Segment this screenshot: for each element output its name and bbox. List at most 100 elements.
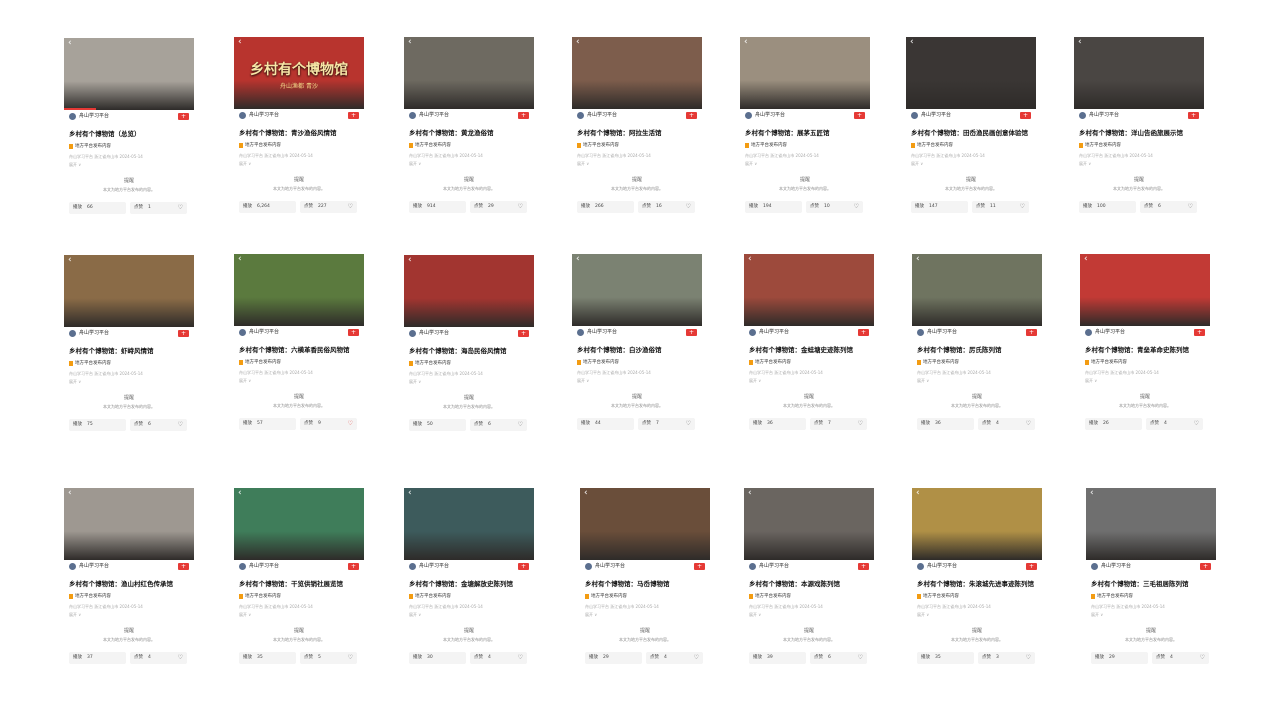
like-thumb-icon[interactable]: ♡ xyxy=(178,202,183,214)
video-card[interactable]: ‹ 舟山学习平台 + 乡村有个博物馆：洋山告函旅展示馆 地方平台发布内容 舟山学… xyxy=(1074,37,1204,217)
like-count[interactable]: 点赞 7 ♡ xyxy=(638,418,695,430)
video-thumbnail[interactable]: ‹ xyxy=(740,37,870,109)
expand-link[interactable]: 展开 ∨ xyxy=(917,378,929,384)
expand-link[interactable]: 展开 ∨ xyxy=(409,161,421,167)
video-card[interactable]: ‹ 乡村有个博物馆 舟山渔都 青沙 舟山学习平台 + 乡村有个博物馆：青沙渔俗风… xyxy=(234,37,364,217)
like-thumb-icon[interactable]: ♡ xyxy=(1026,418,1031,430)
video-thumbnail[interactable]: ‹ xyxy=(404,488,534,560)
video-thumbnail[interactable]: ‹ xyxy=(912,488,1042,560)
back-arrow-icon[interactable]: ‹ xyxy=(408,256,412,265)
follow-button[interactable]: + xyxy=(858,563,869,570)
video-title[interactable]: 乡村有个博物馆：洋山告函旅展示馆 xyxy=(1079,129,1204,138)
video-thumbnail[interactable]: ‹ xyxy=(572,37,702,109)
like-count[interactable]: 点赞 7 ♡ xyxy=(810,418,867,430)
expand-link[interactable]: 展开 ∨ xyxy=(911,161,923,167)
back-arrow-icon[interactable]: ‹ xyxy=(238,489,242,498)
like-thumb-icon[interactable]: ♡ xyxy=(694,652,699,664)
back-arrow-icon[interactable]: ‹ xyxy=(68,256,72,265)
expand-link[interactable]: 展开 ∨ xyxy=(1091,612,1103,618)
back-arrow-icon[interactable]: ‹ xyxy=(408,38,412,47)
expand-link[interactable]: 展开 ∨ xyxy=(1079,161,1091,167)
follow-button[interactable]: + xyxy=(178,563,189,570)
like-count[interactable]: 点赞 1 ♡ xyxy=(130,202,187,214)
expand-link[interactable]: 展开 ∨ xyxy=(749,612,761,618)
follow-button[interactable]: + xyxy=(348,329,359,336)
follow-button[interactable]: + xyxy=(686,112,697,119)
video-title[interactable]: 乡村有个博物馆：海岛民俗风情馆 xyxy=(409,347,534,356)
video-thumbnail[interactable]: ‹ xyxy=(64,38,194,110)
back-arrow-icon[interactable]: ‹ xyxy=(68,39,72,48)
expand-link[interactable]: 展开 ∨ xyxy=(69,379,81,385)
like-count[interactable]: 点赞 10 ♡ xyxy=(806,201,863,213)
like-count[interactable]: 点赞 4 ♡ xyxy=(1152,652,1209,664)
video-title[interactable]: 乡村有个博物馆：朱滚城先进事迹陈列馆 xyxy=(917,580,1042,589)
expand-link[interactable]: 展开 ∨ xyxy=(577,378,589,384)
video-thumbnail[interactable]: ‹ xyxy=(744,488,874,560)
back-arrow-icon[interactable]: ‹ xyxy=(408,489,412,498)
like-count[interactable]: 点赞 6 ♡ xyxy=(1140,201,1197,213)
video-title[interactable]: 乡村有个博物馆：金塘解放史陈列馆 xyxy=(409,580,534,589)
video-thumbnail[interactable]: ‹ xyxy=(1080,254,1210,326)
follow-button[interactable]: + xyxy=(1194,329,1205,336)
follow-button[interactable]: + xyxy=(178,113,189,120)
expand-link[interactable]: 展开 ∨ xyxy=(749,378,761,384)
like-count[interactable]: 点赞 4 ♡ xyxy=(978,418,1035,430)
video-thumbnail[interactable]: ‹ xyxy=(234,488,364,560)
expand-link[interactable]: 展开 ∨ xyxy=(69,162,81,168)
back-arrow-icon[interactable]: ‹ xyxy=(916,489,920,498)
video-card[interactable]: ‹ 舟山学习平台 + 乡村有个博物馆：田岙渔民画创意体验馆 地方平台发布内容 舟… xyxy=(906,37,1036,217)
follow-button[interactable]: + xyxy=(858,329,869,336)
like-count[interactable]: 点赞 3 ♡ xyxy=(978,652,1035,664)
expand-link[interactable]: 展开 ∨ xyxy=(585,612,597,618)
like-count[interactable]: 点赞 6 ♡ xyxy=(810,652,867,664)
video-thumbnail[interactable]: ‹ xyxy=(1074,37,1204,109)
like-count[interactable]: 点赞 11 ♡ xyxy=(972,201,1029,213)
like-count[interactable]: 点赞 9 ♡ xyxy=(300,418,357,430)
video-card[interactable]: ‹ 舟山学习平台 + 乡村有个博物馆：三毛祖居陈列馆 地方平台发布内容 舟山学习… xyxy=(1086,488,1216,668)
video-card[interactable]: ‹ 舟山学习平台 + 乡村有个博物馆：白沙渔俗馆 地方平台发布内容 舟山学习平台… xyxy=(572,254,702,434)
like-thumb-icon[interactable]: ♡ xyxy=(1020,201,1025,213)
follow-button[interactable]: + xyxy=(178,330,189,337)
like-count[interactable]: 点赞 4 ♡ xyxy=(130,652,187,664)
like-count[interactable]: 点赞 227 ♡ xyxy=(300,201,357,213)
video-thumbnail[interactable]: ‹ xyxy=(744,254,874,326)
follow-button[interactable]: + xyxy=(1026,563,1037,570)
back-arrow-icon[interactable]: ‹ xyxy=(238,255,242,264)
video-thumbnail[interactable]: ‹ xyxy=(64,255,194,327)
video-card[interactable]: ‹ 舟山学习平台 + 乡村有个博物馆：马岙博物馆 地方平台发布内容 舟山学习平台… xyxy=(580,488,710,668)
video-title[interactable]: 乡村有个博物馆：白沙渔俗馆 xyxy=(577,346,702,355)
follow-button[interactable]: + xyxy=(348,563,359,570)
back-arrow-icon[interactable]: ‹ xyxy=(576,38,580,47)
back-arrow-icon[interactable]: ‹ xyxy=(1090,489,1094,498)
like-thumb-icon[interactable]: ♡ xyxy=(686,201,691,213)
video-card[interactable]: ‹ 舟山学习平台 + 乡村有个博物馆：黄龙渔俗馆 地方平台发布内容 舟山学习平台… xyxy=(404,37,534,217)
like-thumb-icon[interactable]: ♡ xyxy=(178,419,183,431)
video-thumbnail[interactable]: ‹ xyxy=(64,488,194,560)
video-title[interactable]: 乡村有个博物馆：干览供销社展览馆 xyxy=(239,580,364,589)
like-thumb-icon[interactable]: ♡ xyxy=(348,652,353,664)
video-card[interactable]: ‹ 舟山学习平台 + 乡村有个博物馆（总览） 地方平台发布内容 舟山学习平台 浙… xyxy=(64,38,194,218)
back-arrow-icon[interactable]: ‹ xyxy=(916,255,920,264)
like-thumb-icon[interactable]: ♡ xyxy=(1026,652,1031,664)
video-card[interactable]: ‹ 舟山学习平台 + 乡村有个博物馆：青垒革命史陈列馆 地方平台发布内容 舟山学… xyxy=(1080,254,1210,434)
back-arrow-icon[interactable]: ‹ xyxy=(748,489,752,498)
like-thumb-icon[interactable]: ♡ xyxy=(348,201,353,213)
video-card[interactable]: ‹ 舟山学习平台 + 乡村有个博物馆：渔山村红色传承馆 地方平台发布内容 舟山学… xyxy=(64,488,194,668)
video-title[interactable]: 乡村有个博物馆：阿拉生活馆 xyxy=(577,129,702,138)
video-card[interactable]: ‹ 舟山学习平台 + 乡村有个博物馆：厉氏陈列馆 地方平台发布内容 舟山学习平台… xyxy=(912,254,1042,434)
follow-button[interactable]: + xyxy=(348,112,359,119)
video-card[interactable]: ‹ 舟山学习平台 + 乡村有个博物馆：金塘解放史陈列馆 地方平台发布内容 舟山学… xyxy=(404,488,534,668)
video-title[interactable]: 乡村有个博物馆：金蛙塘史迹陈列馆 xyxy=(749,346,874,355)
follow-button[interactable]: + xyxy=(1188,112,1199,119)
expand-link[interactable]: 展开 ∨ xyxy=(917,612,929,618)
video-thumbnail[interactable]: ‹ xyxy=(906,37,1036,109)
video-card[interactable]: ‹ 舟山学习平台 + 乡村有个博物馆：虾峙风情馆 地方平台发布内容 舟山学习平台… xyxy=(64,255,194,435)
video-card[interactable]: ‹ 舟山学习平台 + 乡村有个博物馆：阿拉生活馆 地方平台发布内容 舟山学习平台… xyxy=(572,37,702,217)
like-count[interactable]: 点赞 4 ♡ xyxy=(646,652,703,664)
video-card[interactable]: ‹ 舟山学习平台 + 乡村有个博物馆：干览供销社展览馆 地方平台发布内容 舟山学… xyxy=(234,488,364,668)
like-thumb-icon[interactable]: ♡ xyxy=(178,652,183,664)
follow-button[interactable]: + xyxy=(518,563,529,570)
follow-button[interactable]: + xyxy=(854,112,865,119)
like-count[interactable]: 点赞 4 ♡ xyxy=(470,652,527,664)
follow-button[interactable]: + xyxy=(694,563,705,570)
